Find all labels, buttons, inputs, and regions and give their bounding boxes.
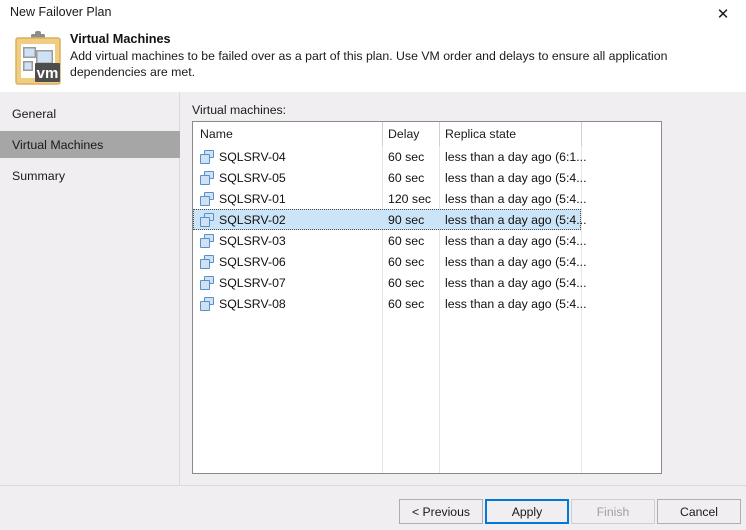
table-row[interactable]: SQLSRV-0290 secless than a day ago (5:4.…	[193, 209, 581, 230]
cell-replica-state: less than a day ago (5:4...	[445, 230, 587, 251]
dialog-footer: < Previous Apply Finish Cancel	[0, 486, 746, 530]
cell-name: SQLSRV-04	[200, 146, 286, 167]
svg-text:vm: vm	[37, 65, 59, 82]
cell-delay: 60 sec	[388, 230, 424, 251]
sidebar-item-summary[interactable]: Summary	[0, 162, 180, 189]
close-icon[interactable]: ✕	[700, 0, 746, 28]
virtual-machine-icon	[200, 192, 215, 206]
table-row[interactable]: SQLSRV-0460 secless than a day ago (6:1.…	[193, 146, 581, 167]
vm-name-label: SQLSRV-06	[219, 255, 286, 269]
sidebar-item-virtual-machines[interactable]: Virtual Machines	[0, 131, 180, 158]
virtual-machine-icon	[200, 276, 215, 290]
sidebar-item-general[interactable]: General	[0, 100, 180, 127]
previous-button[interactable]: < Previous	[399, 499, 483, 524]
cell-name: SQLSRV-08	[200, 293, 286, 314]
page-title: Virtual Machines	[70, 32, 171, 46]
virtual-machine-icon	[200, 234, 215, 248]
content-panel: Virtual machines: Name Delay Replica state…	[181, 92, 746, 485]
vm-name-label: SQLSRV-02	[219, 213, 286, 227]
virtual-machine-icon	[200, 213, 215, 227]
apply-button[interactable]: Apply	[485, 499, 569, 524]
sidebar-item-label: Summary	[12, 169, 65, 183]
cell-name: SQLSRV-05	[200, 167, 286, 188]
column-header-replica-state[interactable]: Replica state	[445, 122, 516, 146]
table-row[interactable]: SQLSRV-0660 secless than a day ago (5:4.…	[193, 251, 581, 272]
table-row[interactable]: SQLSRV-0860 secless than a day ago (5:4.…	[193, 293, 581, 314]
virtual-machine-icon	[200, 150, 215, 164]
grid-header-row: Name Delay Replica state	[193, 122, 661, 146]
cell-name: SQLSRV-03	[200, 230, 286, 251]
table-row[interactable]: SQLSRV-0560 secless than a day ago (5:4.…	[193, 167, 581, 188]
virtual-machines-grid[interactable]: Name Delay Replica state SQLSRV-04 60 sec le…	[192, 121, 662, 474]
title-bar: New Failover Plan ✕ vm Virtual Machines …	[0, 0, 746, 92]
failover-plan-vm-icon: vm	[10, 30, 66, 86]
virtual-machine-icon	[200, 255, 215, 269]
cell-replica-state: less than a day ago (5:4...	[445, 209, 587, 230]
table-row[interactable]: SQLSRV-0760 secless than a day ago (5:4.…	[193, 272, 581, 293]
cell-replica-state: less than a day ago (5:4...	[445, 167, 587, 188]
cell-delay: 120 sec	[388, 188, 431, 209]
grid-body: SQLSRV-04 60 sec less than a day ago (6:1.…	[193, 146, 661, 314]
cell-replica-state: less than a day ago (5:4...	[445, 293, 587, 314]
table-row[interactable]: SQLSRV-0360 secless than a day ago (5:4.…	[193, 230, 581, 251]
cell-replica-state: less than a day ago (5:4...	[445, 251, 587, 272]
cell-name: SQLSRV-07	[200, 272, 286, 293]
cell-delay: 60 sec	[388, 272, 424, 293]
new-failover-plan-dialog: New Failover Plan ✕ vm Virtual Machines …	[0, 0, 746, 530]
column-header-name[interactable]: Name	[200, 122, 233, 146]
virtual-machines-label: Virtual machines:	[192, 103, 286, 117]
wizard-step-sidebar: General Virtual Machines Summary	[0, 92, 180, 485]
cell-replica-state: less than a day ago (6:1...	[445, 146, 587, 167]
vm-name-label: SQLSRV-07	[219, 276, 286, 290]
cell-delay: 60 sec	[388, 293, 424, 314]
page-description: Add virtual machines to be failed over a…	[70, 48, 742, 80]
cell-delay: 60 sec	[388, 251, 424, 272]
vm-name-label: SQLSRV-08	[219, 297, 286, 311]
vm-name-label: SQLSRV-05	[219, 171, 286, 185]
window-title: New Failover Plan	[10, 5, 111, 19]
vm-name-label: SQLSRV-04	[219, 150, 286, 164]
cell-name: SQLSRV-02	[200, 209, 286, 230]
cancel-button[interactable]: Cancel	[657, 499, 741, 524]
cell-name: SQLSRV-06	[200, 251, 286, 272]
vm-name-label: SQLSRV-03	[219, 234, 286, 248]
sidebar-item-label: Virtual Machines	[12, 138, 103, 152]
virtual-machine-icon	[200, 297, 215, 311]
cell-delay: 90 sec	[388, 209, 424, 230]
finish-button: Finish	[571, 499, 655, 524]
cell-replica-state: less than a day ago (5:4...	[445, 188, 587, 209]
cell-delay: 60 sec	[388, 167, 424, 188]
cell-delay: 60 sec	[388, 146, 424, 167]
cell-name: SQLSRV-01	[200, 188, 286, 209]
table-row[interactable]: SQLSRV-01120 secless than a day ago (5:4…	[193, 188, 581, 209]
cell-replica-state: less than a day ago (5:4...	[445, 272, 587, 293]
sidebar-item-label: General	[12, 107, 56, 121]
vm-name-label: SQLSRV-01	[219, 192, 286, 206]
column-header-delay[interactable]: Delay	[388, 122, 419, 146]
virtual-machine-icon	[200, 171, 215, 185]
